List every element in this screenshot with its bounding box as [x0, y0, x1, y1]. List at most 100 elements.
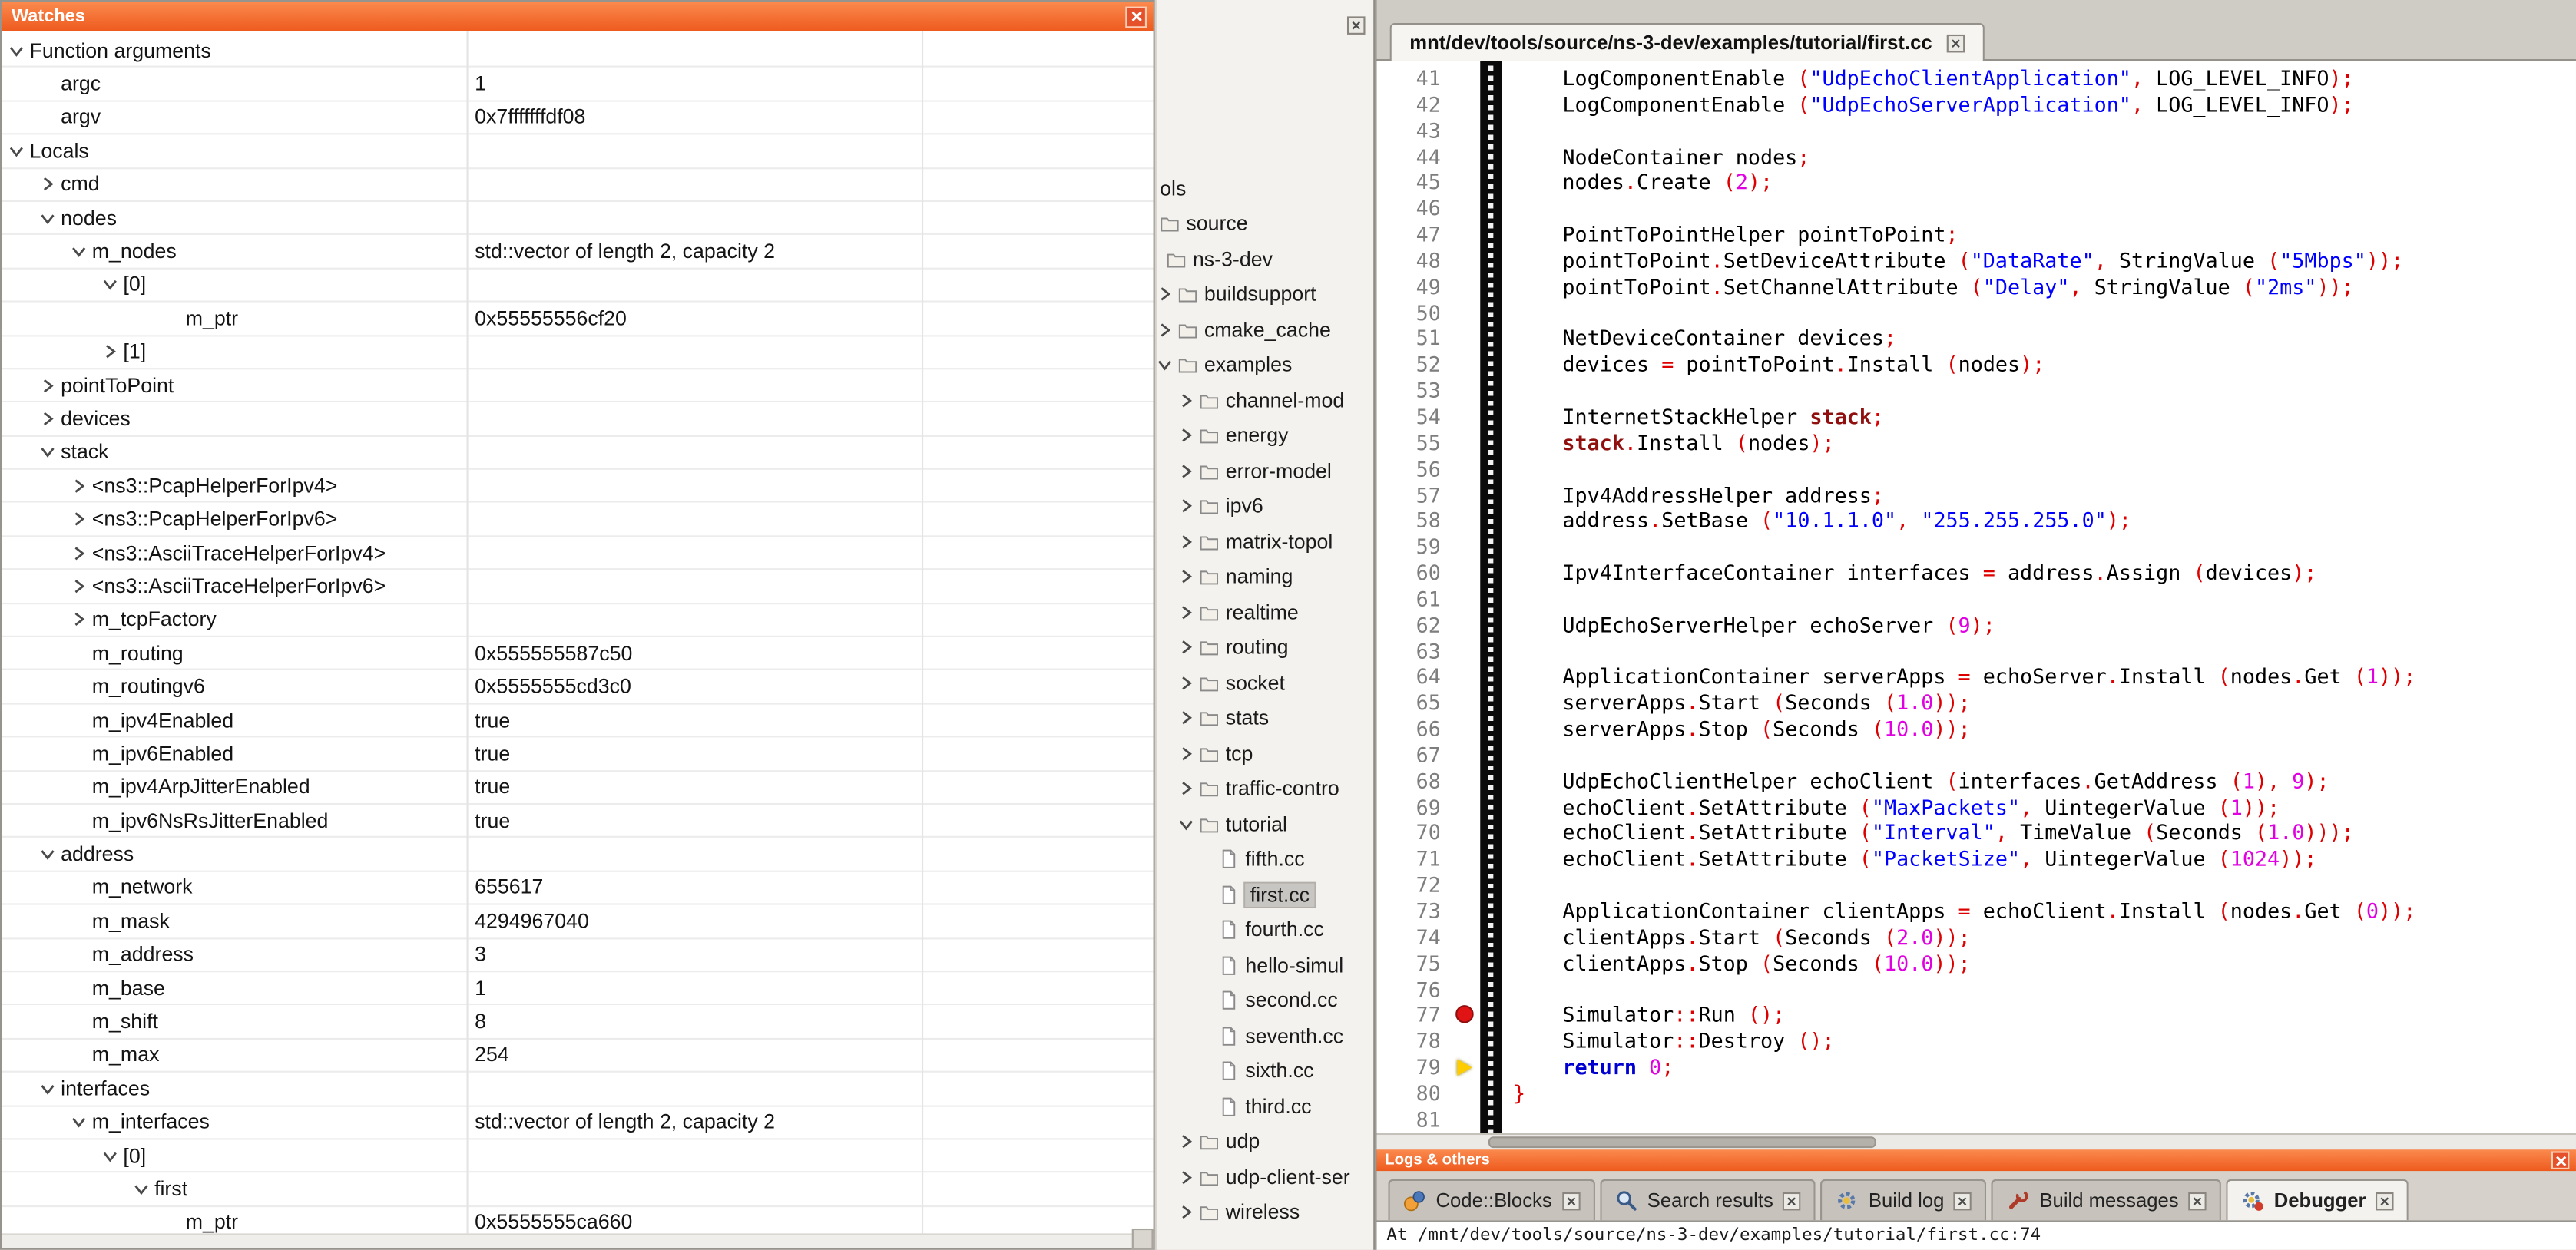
logs-titlebar[interactable]: Logs & others: [1376, 1149, 2575, 1171]
chevron-right-icon[interactable]: [1178, 463, 1194, 479]
line-number[interactable]: 76: [1376, 977, 1452, 1003]
line-number[interactable]: 77: [1376, 1003, 1452, 1029]
chevron-right-icon[interactable]: [1178, 428, 1194, 444]
line-number[interactable]: 54: [1376, 404, 1452, 430]
code-line[interactable]: 61: [1376, 586, 2575, 612]
line-number[interactable]: 67: [1376, 742, 1452, 769]
chevron-right-icon[interactable]: [1178, 675, 1194, 691]
chevron-right-icon[interactable]: [71, 578, 87, 594]
line-marker-margin[interactable]: [1452, 300, 1480, 326]
chevron-right-icon[interactable]: [39, 411, 55, 427]
chevron-right-icon[interactable]: [1178, 1169, 1194, 1185]
line-marker-margin[interactable]: [1452, 144, 1480, 170]
line-marker-margin[interactable]: [1452, 924, 1480, 951]
line-marker-margin[interactable]: [1452, 352, 1480, 378]
tree-item[interactable]: fourth.cc: [1157, 912, 1373, 947]
code-line[interactable]: 79 return 0;: [1376, 1054, 2575, 1080]
line-number[interactable]: 64: [1376, 664, 1452, 690]
watch-row[interactable]: pointToPoint: [2, 369, 1153, 403]
code-line[interactable]: 58 address.SetBase ("10.1.1.0", "255.255…: [1376, 508, 2575, 534]
tab-close-button[interactable]: [2376, 1192, 2394, 1210]
code-line[interactable]: 62 UdpEchoServerHelper echoServer (9);: [1376, 612, 2575, 638]
chevron-right-icon[interactable]: [1178, 1133, 1194, 1149]
tree-item[interactable]: traffic-contro: [1157, 771, 1373, 806]
code-line[interactable]: 42 LogComponentEnable ("UdpEchoServerApp…: [1376, 91, 2575, 117]
watch-row[interactable]: m_tcpFactory: [2, 604, 1153, 637]
watch-row[interactable]: interfaces: [2, 1073, 1153, 1106]
line-number[interactable]: 62: [1376, 612, 1452, 638]
tree-item[interactable]: udp: [1157, 1124, 1373, 1159]
line-number[interactable]: 74: [1376, 924, 1452, 951]
chevron-right-icon[interactable]: [71, 611, 87, 627]
watch-row[interactable]: m_ipv6NsRsJitterEnabledtrue: [2, 805, 1153, 838]
code-line[interactable]: 73 ApplicationContainer clientApps = ech…: [1376, 898, 2575, 924]
line-marker-margin[interactable]: [1452, 1003, 1480, 1029]
log-tab-search-results[interactable]: Search results: [1600, 1179, 1816, 1220]
line-number[interactable]: 45: [1376, 170, 1452, 196]
editor-hscrollbar[interactable]: [1376, 1133, 2575, 1149]
code-line[interactable]: 74 clientApps.Start (Seconds (2.0));: [1376, 924, 2575, 951]
editor-tab[interactable]: mnt/dev/tools/source/ns-3-dev/examples/t…: [1390, 23, 1985, 61]
line-number[interactable]: 57: [1376, 482, 1452, 508]
chevron-right-icon[interactable]: [1178, 781, 1194, 797]
line-marker-margin[interactable]: [1452, 117, 1480, 144]
code-line[interactable]: 47 PointToPointHelper pointToPoint;: [1376, 222, 2575, 248]
line-marker-margin[interactable]: [1452, 1028, 1480, 1054]
chevron-down-icon[interactable]: [8, 143, 25, 159]
line-number[interactable]: 60: [1376, 560, 1452, 586]
watches-hscrollbar[interactable]: [2, 1233, 1153, 1248]
chevron-down-icon[interactable]: [1157, 357, 1173, 373]
line-number[interactable]: 78: [1376, 1028, 1452, 1054]
code-line[interactable]: 75 clientApps.Stop (Seconds (10.0));: [1376, 951, 2575, 977]
chevron-right-icon[interactable]: [1178, 569, 1194, 585]
tab-close-button[interactable]: [1783, 1192, 1802, 1210]
line-number[interactable]: 63: [1376, 638, 1452, 664]
chevron-down-icon[interactable]: [1178, 816, 1194, 832]
chevron-down-icon[interactable]: [133, 1181, 149, 1197]
tree-item[interactable]: error-model: [1157, 453, 1373, 488]
line-marker-margin[interactable]: [1452, 248, 1480, 274]
watch-row[interactable]: m_address3: [2, 939, 1153, 973]
chevron-down-icon[interactable]: [71, 1114, 87, 1130]
line-marker-margin[interactable]: [1452, 794, 1480, 820]
line-marker-margin[interactable]: [1452, 664, 1480, 690]
editor-body[interactable]: 41 LogComponentEnable ("UdpEchoClientApp…: [1376, 61, 2575, 1133]
watch-row[interactable]: <ns3::PcapHelperForIpv4>: [2, 470, 1153, 504]
breakpoint-marker[interactable]: [1455, 1006, 1474, 1024]
line-marker-margin[interactable]: [1452, 612, 1480, 638]
chevron-right-icon[interactable]: [71, 544, 87, 561]
line-marker-margin[interactable]: [1452, 534, 1480, 561]
watch-row[interactable]: devices: [2, 403, 1153, 437]
watch-row[interactable]: m_ptr0x5555555ca660: [2, 1206, 1153, 1233]
tree-item[interactable]: first.cc: [1157, 877, 1373, 912]
line-marker-margin[interactable]: [1452, 872, 1480, 898]
tab-close-button[interactable]: [2188, 1192, 2207, 1210]
line-marker-margin[interactable]: [1452, 638, 1480, 664]
code-line[interactable]: 69 echoClient.SetAttribute ("MaxPackets"…: [1376, 794, 2575, 820]
chevron-right-icon[interactable]: [1178, 392, 1194, 408]
line-marker-margin[interactable]: [1452, 482, 1480, 508]
line-marker-margin[interactable]: [1452, 378, 1480, 404]
tree-item[interactable]: matrix-topol: [1157, 524, 1373, 559]
tree-item[interactable]: third.cc: [1157, 1089, 1373, 1124]
code-line[interactable]: 41 LogComponentEnable ("UdpEchoClientApp…: [1376, 66, 2575, 92]
code-line[interactable]: 53: [1376, 378, 2575, 404]
code-line[interactable]: 45 nodes.Create (2);: [1376, 170, 2575, 196]
chevron-down-icon[interactable]: [8, 42, 25, 58]
watch-row[interactable]: m_max254: [2, 1039, 1153, 1073]
line-number[interactable]: 55: [1376, 430, 1452, 456]
watch-row[interactable]: first: [2, 1173, 1153, 1207]
line-number[interactable]: 46: [1376, 196, 1452, 222]
line-number[interactable]: 41: [1376, 66, 1452, 92]
scrollbar-thumb[interactable]: [1488, 1136, 1876, 1148]
chevron-right-icon[interactable]: [1178, 640, 1194, 656]
line-number[interactable]: 71: [1376, 846, 1452, 872]
watch-row[interactable]: <ns3::AsciiTraceHelperForIpv6>: [2, 570, 1153, 604]
line-number[interactable]: 65: [1376, 690, 1452, 716]
log-tab-build-messages[interactable]: Build messages: [1992, 1179, 2221, 1220]
line-marker-margin[interactable]: [1452, 977, 1480, 1003]
code-line[interactable]: 66 serverApps.Stop (Seconds (10.0));: [1376, 716, 2575, 742]
watch-row[interactable]: nodes: [2, 202, 1153, 236]
watches-titlebar[interactable]: Watches: [2, 2, 1153, 31]
code-line[interactable]: 63: [1376, 638, 2575, 664]
